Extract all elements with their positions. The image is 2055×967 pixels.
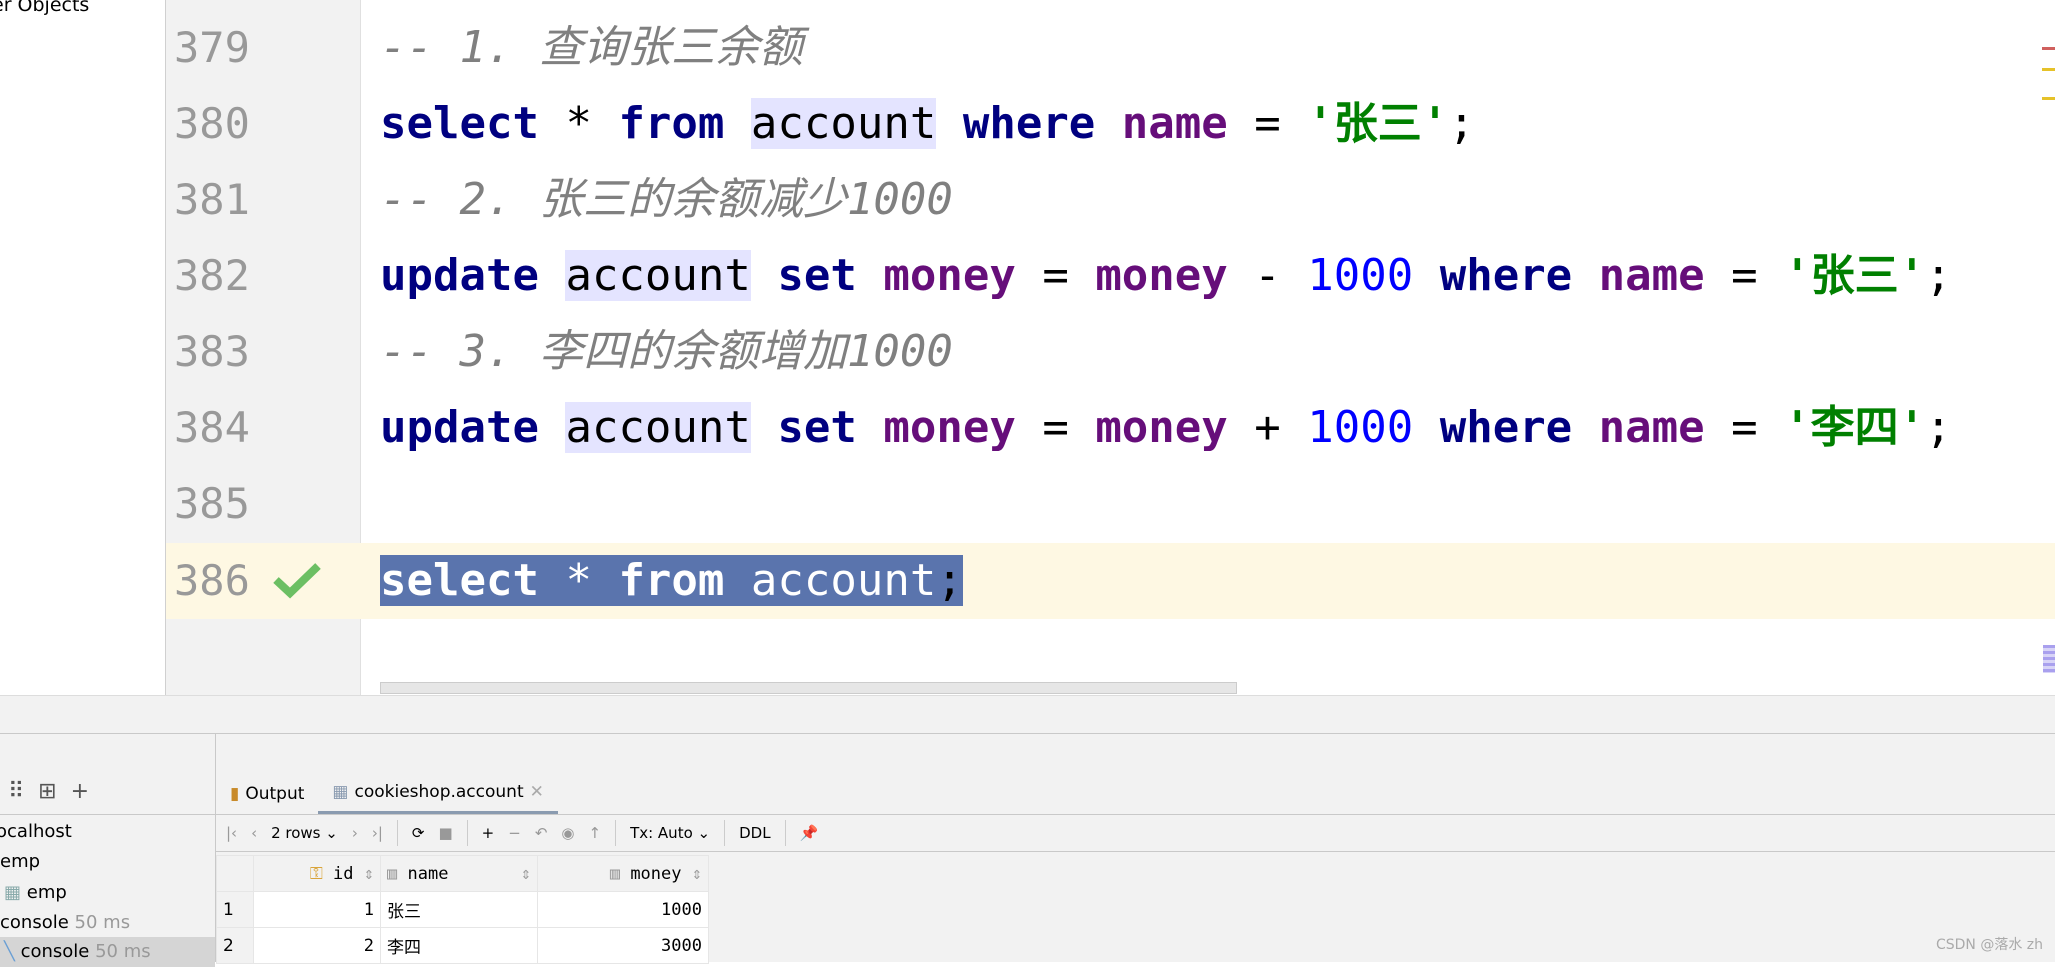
- key-icon: ⚿: [309, 863, 323, 884]
- table-row[interactable]: 1 1 张三 1000: [216, 891, 709, 928]
- services-tree: ⠿ ⊞ + ocalhost emp ▦ emp console 50 ms ╲ c…: [0, 734, 216, 967]
- code-comment: -- 3. 李四的余额增加1000: [380, 326, 953, 377]
- line-number: 379: [174, 23, 250, 72]
- add-icon[interactable]: +: [71, 779, 89, 804]
- error-stripe-marker[interactable]: [2042, 47, 2055, 50]
- code-comment: -- 2. 张三的余额减少1000: [380, 174, 953, 225]
- horizontal-scrollbar[interactable]: [380, 682, 1237, 694]
- check-icon: [273, 563, 321, 599]
- tree-title: er Objects: [0, 0, 90, 16]
- delete-row-icon[interactable]: −: [508, 824, 521, 842]
- add-pin-icon[interactable]: ⊞: [38, 779, 56, 804]
- tree-item-emp-schema[interactable]: emp: [0, 847, 40, 877]
- submit-icon[interactable]: ↑: [588, 824, 601, 842]
- column-header-money[interactable]: ▥ money ⇕: [537, 855, 709, 892]
- tree-item-emp-table[interactable]: ▦ emp: [4, 878, 67, 908]
- add-row-icon[interactable]: +: [482, 824, 495, 842]
- first-page-icon[interactable]: |‹: [226, 824, 237, 842]
- tree-item-console[interactable]: console 50 ms: [0, 908, 130, 938]
- output-icon: ▮: [230, 783, 240, 804]
- sort-icon: ⇕: [520, 863, 531, 884]
- line-number: 384: [174, 403, 250, 452]
- warning-stripe-marker[interactable]: [2042, 68, 2055, 71]
- line-number: 383: [174, 327, 250, 376]
- code-comment: -- 1. 查询张三余额: [380, 22, 803, 73]
- scroll-markers: [2043, 645, 2055, 673]
- table-icon: ▦: [332, 782, 349, 802]
- line-number: 385: [174, 479, 250, 528]
- tx-mode-dropdown[interactable]: Tx: Auto ⌄: [630, 824, 710, 842]
- sort-icon: ⇕: [691, 863, 702, 884]
- column-icon: ▥: [609, 863, 621, 884]
- preview-icon[interactable]: ◉: [561, 824, 574, 842]
- ddl-button[interactable]: DDL: [739, 824, 770, 842]
- sort-icon: ⇕: [363, 863, 374, 884]
- line-number: 382: [174, 251, 250, 300]
- line-number: 380: [174, 99, 250, 148]
- tab-cookieshop-account[interactable]: ▦ cookieshop.account ✕: [318, 773, 558, 814]
- console-icon: ╲: [4, 941, 15, 962]
- code-line[interactable]: select * from account where name = '张三';: [380, 86, 1475, 162]
- tab-output[interactable]: ▮ Output: [216, 773, 318, 814]
- warning-stripe-marker[interactable]: [2042, 97, 2055, 100]
- column-header-name[interactable]: ▥ name ⇕: [380, 855, 538, 892]
- stop-icon[interactable]: ■: [438, 824, 452, 842]
- last-page-icon[interactable]: ›|: [372, 824, 383, 842]
- prev-page-icon[interactable]: ‹: [251, 824, 257, 842]
- line-number: 381: [174, 175, 250, 224]
- table-icon: ▦: [4, 882, 22, 903]
- database-tree-panel: er Objects: [0, 0, 166, 734]
- next-page-icon[interactable]: ›: [352, 824, 358, 842]
- watermark: CSDN @落水 zh: [1935, 937, 2043, 953]
- services-panel: ⠿ ⊞ + ocalhost emp ▦ emp console 50 ms ╲ c…: [0, 734, 2055, 967]
- pin-icon[interactable]: 📌: [800, 824, 819, 842]
- code-line[interactable]: update account set money = money + 1000 …: [380, 390, 1952, 466]
- code-line-selected[interactable]: select * from account;: [380, 543, 963, 619]
- rows-dropdown[interactable]: 2 rows ⌄: [271, 824, 338, 842]
- refresh-icon[interactable]: ⟳: [412, 824, 425, 842]
- close-icon[interactable]: ✕: [530, 782, 544, 802]
- tree-item-localhost[interactable]: ocalhost: [0, 817, 72, 847]
- code-line[interactable]: update account set money = money - 1000 …: [380, 238, 1952, 314]
- column-icon: ▥: [387, 863, 398, 884]
- revert-icon[interactable]: ↶: [535, 824, 548, 842]
- tree-item-console-selected[interactable]: ╲ console 50 ms: [0, 937, 215, 967]
- editor-status-band: [0, 695, 2055, 734]
- group-icon[interactable]: ⠿: [8, 779, 24, 804]
- line-number: 386: [174, 556, 250, 605]
- table-row[interactable]: 2 2 李四 3000: [216, 927, 709, 964]
- result-grid: ⚿ id ⇕ ▥ name ⇕ ▥ money ⇕ 1 1 张三 1000 2 …: [216, 855, 709, 964]
- column-header-id[interactable]: ⚿ id ⇕: [253, 855, 381, 892]
